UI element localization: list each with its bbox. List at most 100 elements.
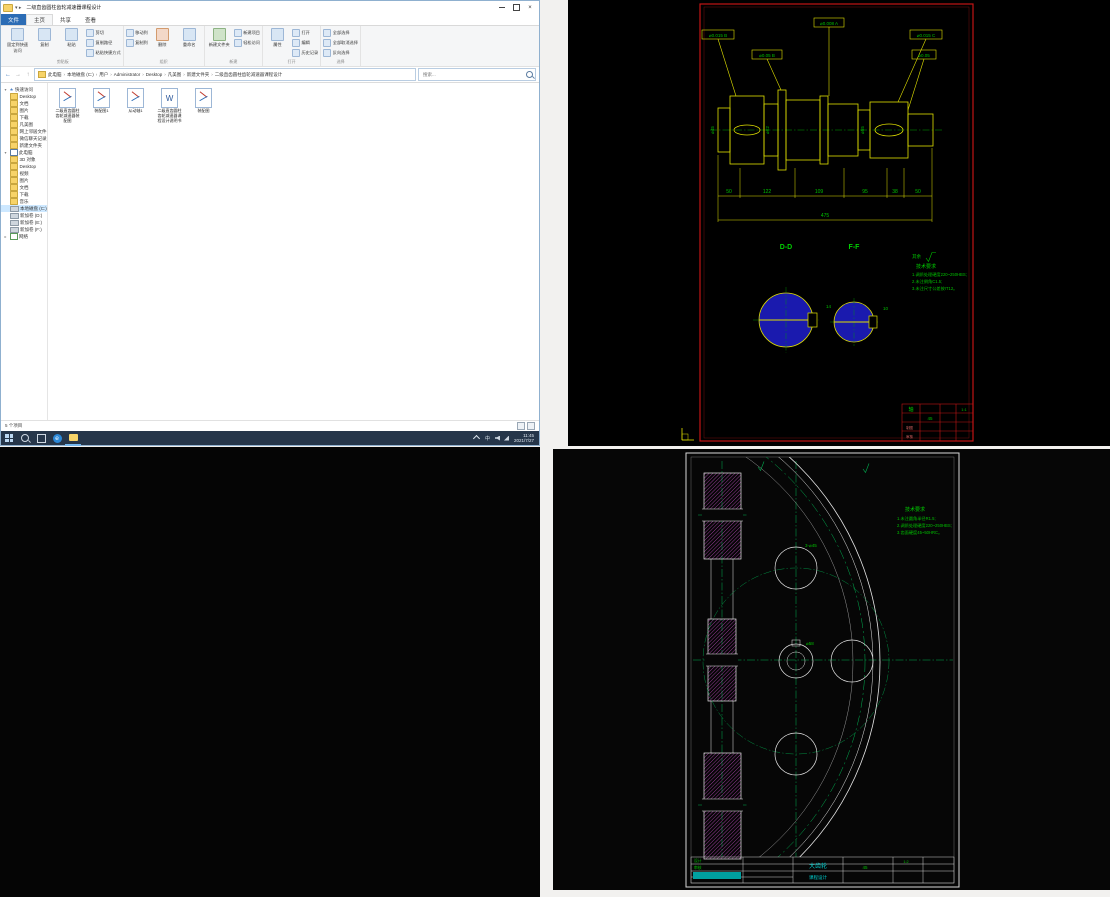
taskbar-search-button[interactable] bbox=[17, 431, 33, 445]
select-none-button[interactable]: 全部取消选择 bbox=[323, 39, 358, 47]
copy-path-button[interactable]: 复制路径 bbox=[86, 39, 121, 47]
tab-view[interactable]: 查看 bbox=[78, 14, 103, 25]
pin-to-quick-access-button[interactable]: 固定到快速访问 bbox=[5, 27, 30, 54]
nav-item-folder[interactable]: 新建文件夹 bbox=[1, 142, 47, 149]
nav-item-volume-d[interactable]: 新加卷 (D:) bbox=[1, 212, 47, 219]
quick-access-toolbar[interactable]: ▾ ▸ bbox=[15, 5, 21, 11]
invert-selection-button[interactable]: 反向选择 bbox=[323, 49, 358, 57]
task-view-button[interactable] bbox=[33, 431, 49, 445]
nav-item-folder[interactable]: 凡美图 bbox=[1, 121, 47, 128]
nav-item-folder[interactable]: 微信聊天记录文件 bbox=[1, 135, 47, 142]
minimize-button[interactable] bbox=[495, 2, 509, 13]
edge-button[interactable]: e bbox=[49, 431, 65, 445]
tab-share[interactable]: 共享 bbox=[53, 14, 78, 25]
breadcrumb-item[interactable]: 此电脑 bbox=[48, 72, 62, 78]
properties-button[interactable]: 属性 bbox=[265, 27, 290, 48]
view-thumbnails-icon[interactable] bbox=[527, 422, 535, 430]
search-input[interactable] bbox=[421, 71, 524, 78]
nav-item-pictures[interactable]: 图片 bbox=[1, 177, 47, 184]
search-box[interactable] bbox=[418, 68, 536, 81]
nav-item-volume-f[interactable]: 新加卷 (F:) bbox=[1, 226, 47, 233]
taskbar: e 中 11:45 2021/7/27 bbox=[1, 430, 539, 446]
nav-item-local-disk-c[interactable]: 本地磁盘 (C:) bbox=[1, 205, 47, 212]
breadcrumb-item[interactable]: 用户 bbox=[99, 72, 108, 78]
close-button[interactable]: × bbox=[523, 2, 537, 13]
app-icon bbox=[3, 3, 13, 12]
breadcrumb-item[interactable]: 本地磁盘 (C:) bbox=[67, 72, 94, 78]
breadcrumb-separator: › bbox=[95, 72, 98, 77]
breadcrumb[interactable]: 此电脑 › 本地磁盘 (C:) › 用户 › Administrator › Deskt… bbox=[34, 68, 416, 81]
breadcrumb-item[interactable]: 凡美图 bbox=[168, 72, 182, 78]
drive-icon bbox=[10, 212, 19, 219]
edit-button[interactable]: 编辑 bbox=[291, 39, 318, 47]
breadcrumb-item-current[interactable]: 二级直齿圆柱齿轮减速器课程设计 bbox=[215, 72, 283, 78]
rename-button[interactable]: 重命名 bbox=[177, 27, 202, 48]
nav-this-pc[interactable]: ▾ 此电脑 bbox=[1, 149, 47, 156]
file-item[interactable]: 装配图 bbox=[190, 88, 217, 123]
roughness-symbol-icon bbox=[925, 252, 936, 263]
nav-item-pictures[interactable]: 图片 bbox=[1, 107, 47, 114]
history-button[interactable]: 历史记录 bbox=[291, 49, 318, 57]
nav-item-videos[interactable]: 视频 bbox=[1, 170, 47, 177]
breadcrumb-item[interactable]: Administrator bbox=[114, 72, 141, 77]
nav-item-folder[interactable]: 网上邻居文件 bbox=[1, 128, 47, 135]
paste-shortcut-button[interactable]: 粘贴快捷方式 bbox=[86, 49, 121, 57]
nav-item-documents[interactable]: 文档 bbox=[1, 100, 47, 107]
back-button[interactable]: ← bbox=[4, 72, 12, 78]
move-to-button[interactable]: 移动到 bbox=[125, 29, 148, 37]
open-button[interactable]: 打开 bbox=[291, 29, 318, 37]
nav-item-music[interactable]: 音乐 bbox=[1, 198, 47, 205]
note-line: 3.齿面硬度45~50HRC。 bbox=[897, 529, 942, 536]
tray-expand-icon[interactable] bbox=[472, 434, 480, 442]
cut-button[interactable]: 剪切 bbox=[86, 29, 121, 37]
file-item[interactable]: 二级直齿圆柱齿轮减速器装配图 bbox=[54, 88, 81, 123]
nav-item-volume-e[interactable]: 新加卷 (E:) bbox=[1, 219, 47, 226]
copy-button[interactable]: 复制 bbox=[32, 27, 57, 48]
dim-total-label: 475 bbox=[821, 213, 830, 219]
taskbar-clock[interactable]: 11:45 2021/7/27 bbox=[511, 433, 539, 444]
nav-item-3d-objects[interactable]: 3D 对象 bbox=[1, 156, 47, 163]
paste-button[interactable]: 粘贴 bbox=[59, 27, 84, 48]
delete-button[interactable]: 删除 bbox=[150, 27, 175, 48]
view-details-icon[interactable] bbox=[517, 422, 525, 430]
volume-icon[interactable] bbox=[494, 435, 500, 441]
nav-item-downloads[interactable]: 下载 bbox=[1, 191, 47, 198]
file-item[interactable]: W 二级直齿圆柱齿轮减速器课程设计说明书 bbox=[156, 88, 183, 123]
group-label-open: 打开 bbox=[287, 59, 296, 64]
easy-access-button[interactable]: 轻松访问 bbox=[233, 39, 260, 47]
breadcrumb-item[interactable]: Desktop bbox=[146, 72, 163, 77]
start-button[interactable] bbox=[1, 431, 17, 445]
nav-network[interactable]: ▸ 网络 bbox=[1, 233, 47, 240]
maximize-button[interactable] bbox=[509, 2, 523, 13]
select-none-icon bbox=[323, 39, 332, 47]
tab-file[interactable]: 文件 bbox=[1, 14, 27, 25]
file-item[interactable]: 从动轴1 bbox=[122, 88, 149, 123]
dwg-file-icon bbox=[59, 88, 76, 108]
up-button[interactable]: ↑ bbox=[24, 72, 32, 78]
forward-button[interactable]: → bbox=[14, 72, 22, 78]
select-all-button[interactable]: 全部选择 bbox=[323, 29, 358, 37]
ime-indicator[interactable]: 中 bbox=[485, 435, 490, 442]
new-item-button[interactable]: 新建项目 bbox=[233, 29, 260, 37]
nav-item-desktop[interactable]: Desktop bbox=[1, 163, 47, 170]
copy-path-icon bbox=[86, 39, 94, 47]
title-block-scale: 1:2 bbox=[903, 860, 908, 864]
select-all-icon bbox=[323, 29, 332, 37]
file-list[interactable]: 二级直齿圆柱齿轮减速器装配图 装配图1 从动轴1 W 二级直齿圆柱齿轮减速器课程设… bbox=[48, 83, 539, 420]
nav-item-desktop[interactable]: Desktop bbox=[1, 93, 47, 100]
file-explorer-taskbar-button[interactable] bbox=[65, 430, 81, 446]
nav-item-documents[interactable]: 文档 bbox=[1, 184, 47, 191]
group-label-new: 新建 bbox=[229, 59, 238, 64]
file-item[interactable]: 装配图1 bbox=[88, 88, 115, 123]
new-folder-button[interactable]: 新建文件夹 bbox=[207, 27, 232, 48]
tab-home[interactable]: 主页 bbox=[26, 14, 54, 25]
dwg-file-icon bbox=[127, 88, 144, 108]
nav-quick-access[interactable]: ▾ ★ 快速访问 bbox=[1, 86, 47, 93]
open-icon bbox=[291, 29, 300, 37]
network-tray-icon[interactable] bbox=[503, 435, 509, 441]
paste-shortcut-icon bbox=[86, 49, 94, 57]
copy-to-button[interactable]: 复制到 bbox=[125, 39, 148, 47]
nav-item-downloads[interactable]: 下载 bbox=[1, 114, 47, 121]
folder-icon bbox=[10, 93, 18, 100]
breadcrumb-item[interactable]: 新建文件夹 bbox=[187, 72, 210, 78]
